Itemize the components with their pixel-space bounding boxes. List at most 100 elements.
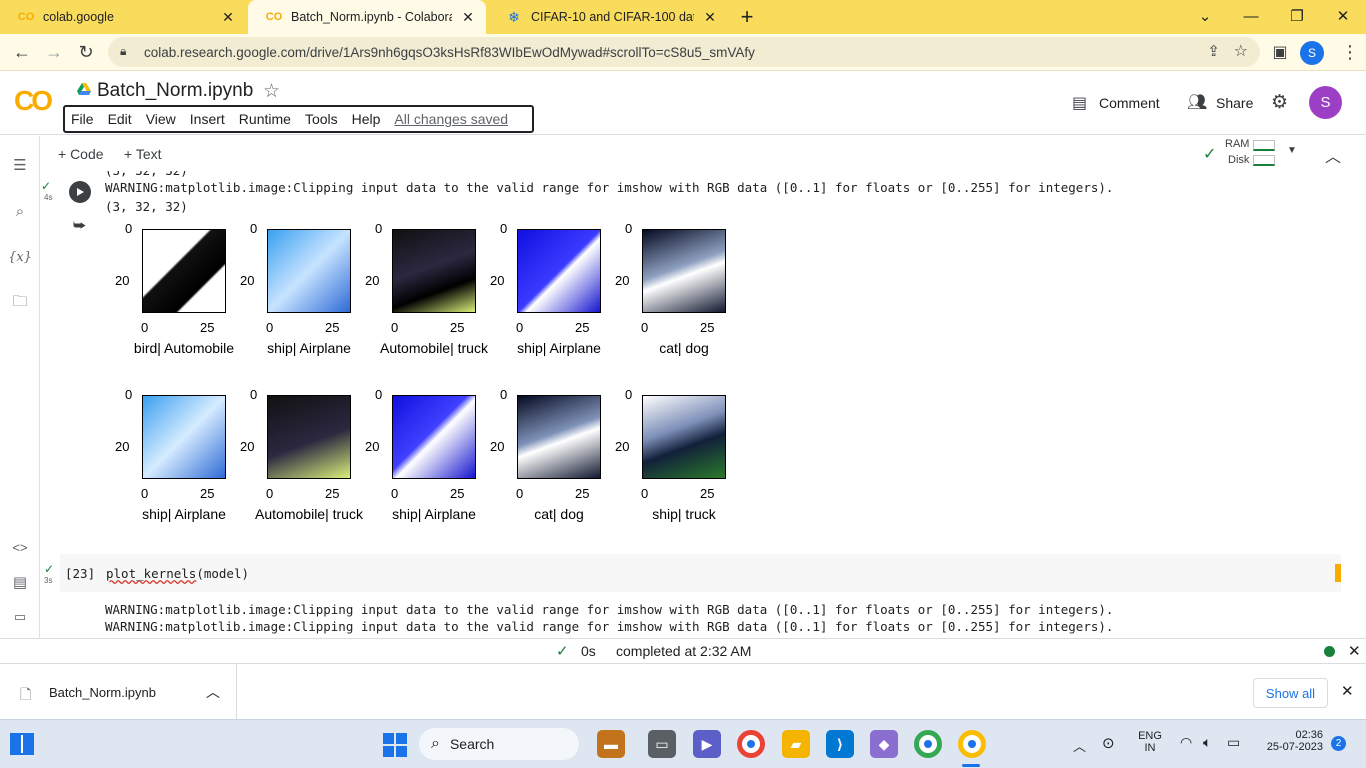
colab-status-bar: ✓ 0s completed at 2:32 AM ✕ [0,638,1366,663]
restore-button[interactable]: ❐ [1274,0,1320,32]
chrome-profile-icon[interactable] [914,730,942,758]
y-tick-label: 20 [615,273,630,288]
file-icon: 🗋︎ [20,686,32,702]
left-sidebar: ☰ ⌕ {x} 🗀︎ <> ▤ ▭ [0,136,40,638]
collapse-header-icon[interactable]: ︿ [1325,143,1341,167]
status-dot [1324,646,1335,657]
share-people-icon[interactable]: 👥︎ [1187,92,1207,112]
y-tick-label: 0 [125,221,133,236]
chrome-icon[interactable] [737,730,765,758]
clock-date: 25-07-2023 [1266,741,1323,753]
run-cell-button[interactable] [69,181,91,203]
widgets-icon[interactable] [10,733,34,755]
files-folder-icon[interactable]: 🗀︎ [8,292,32,314]
file-explorer-icon[interactable]: ▰ [782,730,810,758]
reload-icon[interactable]: ↻ [72,38,100,66]
y-tick-label: 20 [115,273,130,288]
menu-tools[interactable]: Tools [305,111,338,127]
code-snippets-icon[interactable]: <> [8,536,32,558]
side-panel-icon[interactable]: ▣ [1266,38,1294,66]
x-tick-label: 0 [141,486,149,501]
comment-button[interactable]: Comment [1099,95,1160,111]
browser-tab-cifar[interactable]: ❄ CIFAR-10 and CIFAR-100 datasets ✕ [488,0,728,34]
table-of-contents-icon[interactable]: ☰ [8,154,32,176]
status-completed[interactable]: completed at 2:32 AM [616,643,751,659]
output-actions-icon[interactable]: ⮩ [73,217,86,234]
settings-gear-icon[interactable]: ⚙ [1271,91,1288,114]
vscode-icon[interactable]: ⟩ [826,730,854,758]
menu-runtime[interactable]: Runtime [239,111,291,127]
disk-meter[interactable] [1253,155,1275,166]
browser-menu-icon[interactable]: ⋮ [1336,38,1364,66]
menu-file[interactable]: File [71,111,94,127]
save-status[interactable]: All changes saved [394,111,508,127]
command-palette-icon[interactable]: ▤ [8,571,32,593]
battery-icon[interactable]: ▭ [1227,734,1240,751]
ram-meter[interactable] [1253,140,1275,151]
share-button[interactable]: Share [1216,95,1253,111]
scrollbar-track[interactable] [1341,171,1350,638]
taskbar-search-box[interactable]: ⌕ Search [419,728,579,760]
task-view-icon[interactable]: ▭ [648,730,676,758]
new-tab-button[interactable]: + [734,4,760,29]
star-icon[interactable]: ☆ [263,80,280,103]
resources-dropdown-icon[interactable]: ▼ [1287,145,1297,156]
close-icon[interactable]: ✕ [1348,642,1361,660]
app-icon[interactable]: ◆ [870,730,898,758]
show-all-button[interactable]: Show all [1253,678,1328,708]
output-shape: (3, 32, 32) [105,199,188,214]
teams-chat-icon[interactable]: ▶ [693,730,721,758]
volume-icon[interactable]: 🔈︎ [1203,734,1211,751]
menu-view[interactable]: View [146,111,176,127]
notebook-title[interactable]: Batch_Norm.ipynb [97,80,253,102]
code-cell-23[interactable] [60,554,1350,592]
y-tick-label: 0 [625,221,633,236]
wifi-icon[interactable]: ◠ [1180,734,1192,751]
hidden-icons-chevron-icon[interactable]: ︿ [1073,736,1086,755]
back-arrow-icon[interactable]: ← [8,38,36,66]
menu-help[interactable]: Help [352,111,381,127]
notification-badge[interactable]: 2 [1331,736,1346,751]
profile-avatar[interactable]: S [1300,41,1324,65]
language-indicator[interactable]: ENG IN [1138,730,1162,754]
menu-edit[interactable]: Edit [108,111,132,127]
browser-tab-batch-norm[interactable]: CO Batch_Norm.ipynb - Colaboratory ✕ [248,0,486,34]
tab-search-chevron-icon[interactable]: ⌄ [1182,0,1228,32]
chrome-active-icon[interactable] [958,730,986,758]
chevron-up-icon[interactable]: ︿ [206,682,220,702]
image-caption: ship| Airplane [142,506,226,522]
close-icon[interactable]: ✕ [702,9,718,26]
comment-icon[interactable]: ▤ [1072,93,1087,113]
close-icon[interactable]: ✕ [1341,682,1354,700]
image-caption: Automobile| truck [255,506,363,522]
terminal-icon[interactable]: ▭ [8,606,32,628]
close-icon[interactable]: ✕ [460,9,476,26]
add-text-button[interactable]: + Text [124,146,162,162]
download-item[interactable]: 🗋︎ Batch_Norm.ipynb ︿ [0,664,237,720]
active-app-indicator [962,764,980,767]
user-avatar[interactable]: S [1309,86,1342,119]
add-code-button[interactable]: + Code [58,146,104,162]
forward-arrow-icon[interactable]: → [40,38,68,66]
search-icon[interactable]: ⌕ [8,200,32,222]
close-icon[interactable]: ✕ [220,9,236,26]
share-page-icon[interactable]: ⇪ [1207,42,1220,60]
network-status-icon[interactable]: ⊙ [1102,734,1115,752]
code-line[interactable]: plot_kernels(model) [106,565,249,582]
work-briefcase-icon[interactable]: ▬ [597,730,625,758]
execution-count: [23] [65,566,96,581]
windows-start-icon[interactable] [383,733,407,757]
window-close-button[interactable]: ✕ [1320,0,1366,32]
colab-logo[interactable]: CO [14,85,53,117]
image-caption: ship| Airplane [267,340,351,356]
minimize-button[interactable]: — [1228,0,1274,32]
menu-insert[interactable]: Insert [190,111,225,127]
clock[interactable]: 02:36 25-07-2023 [1261,729,1323,753]
status-duration[interactable]: 0s [581,643,596,659]
bookmark-star-icon[interactable]: ☆ [1234,41,1248,61]
snowflake-favicon-icon: ❄ [508,8,520,25]
browser-tab-colab-google[interactable]: CO colab.google ✕ [0,0,246,34]
variables-icon[interactable]: {x} [8,246,32,268]
address-bar[interactable]: 🔒︎ colab.research.google.com/drive/1Ars9… [108,37,1260,67]
x-tick-label: 0 [266,320,274,335]
